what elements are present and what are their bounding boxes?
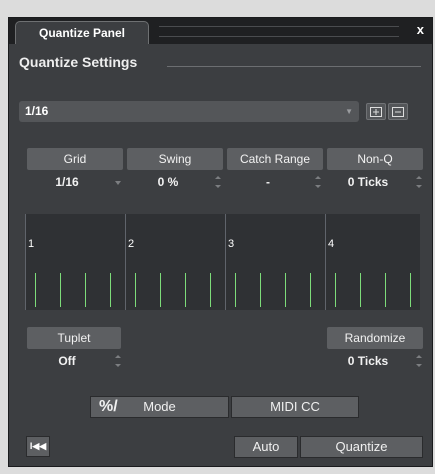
percent-slash-icon: %/ [99,398,118,415]
chevron-down-icon: ▼ [345,107,353,116]
mode-button[interactable]: %/ Mode [90,396,229,418]
non-q-label: Non-Q [327,148,423,170]
quantize-preset-dropdown[interactable]: 1/16 ▼ [19,101,359,122]
preset-value: 1/16 [25,104,49,118]
catch-range-label: Catch Range [227,148,323,170]
grid-tick [260,273,261,307]
grid-tick [60,273,61,307]
bar-line [25,214,26,310]
quantize-grid-display[interactable]: 1 2 3 4 [25,214,420,310]
grid-tick [35,273,36,307]
mode-label: Mode [143,399,176,414]
section-title: Quantize Settings [19,54,138,70]
quantize-button[interactable]: Quantize [300,436,423,458]
non-q-stepper[interactable] [416,172,422,192]
add-preset-button[interactable] [366,103,386,120]
bar-number: 2 [128,238,135,250]
grid-tick [360,273,361,307]
tuplet-value[interactable]: Off [27,351,107,371]
swing-label: Swing [127,148,223,170]
bar-number: 3 [228,238,235,250]
grid-tick [110,273,111,307]
tuplet-label: Tuplet [27,327,121,349]
swing-value[interactable]: 0 % [127,172,209,192]
bar-line [325,214,326,310]
grid-tick [385,273,386,307]
randomize-stepper[interactable] [416,351,422,371]
grid-tick [210,273,211,307]
grid-tick [85,273,86,307]
title-bar: Quantize Panel x [9,18,432,44]
add-preset-icon [370,107,382,117]
randomize-label: Randomize [327,327,423,349]
bar-line [125,214,126,310]
remove-preset-button[interactable] [388,103,408,120]
chevron-down-icon[interactable] [115,181,121,185]
tuplet-stepper[interactable] [115,351,121,371]
reset-quantize-button[interactable]: I◀◀ [26,436,50,457]
section-divider [167,66,421,67]
grid-tick [185,273,186,307]
grid-label: Grid [27,148,123,170]
non-q-value[interactable]: 0 Ticks [327,172,409,192]
grid-tick [410,273,411,307]
bar-number: 1 [28,238,35,250]
auto-quantize-button[interactable]: Auto [234,436,298,458]
tab-quantize-panel[interactable]: Quantize Panel [15,21,149,44]
title-bar-grip [159,26,399,37]
quantize-panel-window: Quantize Panel x Quantize Settings 1/16 … [8,17,433,467]
grid-value[interactable]: 1/16 [27,172,107,192]
swing-stepper[interactable] [215,172,221,192]
grid-tick [235,273,236,307]
midi-cc-button[interactable]: MIDI CC [231,396,359,418]
catch-range-value[interactable]: - [227,172,309,192]
grid-tick [160,273,161,307]
grid-tick [285,273,286,307]
bar-number: 4 [328,238,335,250]
grid-tick [135,273,136,307]
remove-preset-icon [392,107,404,117]
bar-line [225,214,226,310]
close-button[interactable]: x [417,22,424,37]
catch-range-stepper[interactable] [315,172,321,192]
skip-to-start-icon: I◀◀ [29,441,47,451]
randomize-value[interactable]: 0 Ticks [327,351,409,371]
grid-tick [310,273,311,307]
grid-tick [335,273,336,307]
